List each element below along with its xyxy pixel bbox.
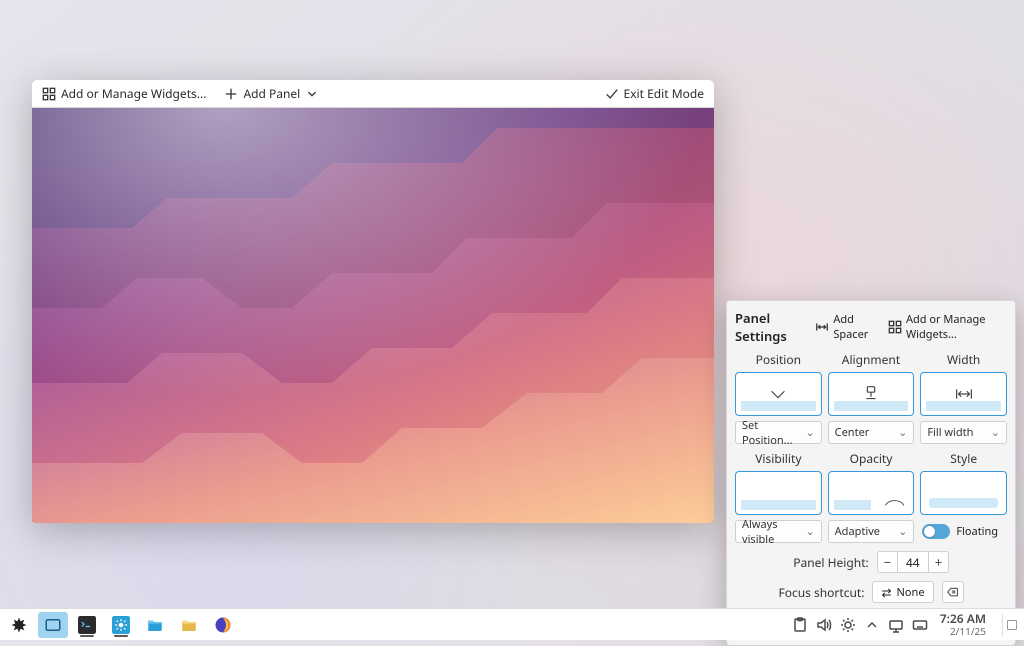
add-panel-button[interactable]: Add Panel [220,82,323,105]
alignment-cell: Alignment Center ⌄ [828,351,915,444]
panel-height-increase[interactable]: + [928,552,948,572]
backspace-icon [947,586,959,598]
panel-height-value: 44 [898,552,928,572]
panel-height-label: Panel Height: [793,554,869,571]
pinned-app-dolphin[interactable] [140,612,170,638]
system-tray: 7:26 AM 2/11/25 [792,613,1020,636]
tray-network[interactable] [888,617,904,633]
terminal-icon [78,616,96,634]
toggle-switch-icon[interactable] [922,524,950,539]
style-label: Style [920,450,1007,467]
clear-shortcut-button[interactable] [942,581,964,603]
width-value: Fill width [927,425,973,440]
chevron-down-icon: ⌄ [898,425,907,440]
panel-height-decrease[interactable]: − [878,552,898,572]
add-manage-widgets-label: Add or Manage Widgets... [61,85,206,102]
opacity-value: Adaptive [835,524,880,539]
add-manage-widgets-button[interactable]: Add or Manage Widgets... [38,82,210,105]
position-cell: Position Set Position... ⌄ [735,351,822,444]
position-tile[interactable] [735,372,822,416]
show-desktop-icon [1006,619,1018,631]
swap-icon: ⇄ [881,584,891,601]
alignment-dropdown[interactable]: Center ⌄ [828,421,915,444]
taskbar: 7:26 AM 2/11/25 [0,608,1024,640]
style-tile[interactable] [920,471,1007,515]
focus-shortcut-value: None [897,585,925,600]
panel-settings-grid: Position Set Position... ⌄ Alignment Cen… [735,351,1007,543]
chevron-down-icon: ⌄ [991,425,1000,440]
add-spacer-button[interactable]: Add Spacer [812,310,877,344]
firefox-icon [214,616,232,634]
task-view-button[interactable] [38,612,68,638]
visibility-dropdown[interactable]: Always visible ⌄ [735,520,822,543]
tray-keyboard[interactable] [912,617,928,633]
folder-icon [180,616,198,634]
tray-expand[interactable] [864,617,880,633]
pinned-app-files[interactable] [174,612,204,638]
task-view-icon [44,616,62,634]
visibility-cell: Visibility Always visible ⌄ [735,450,822,543]
alignment-value: Center [835,425,870,440]
check-icon [605,87,619,101]
clock[interactable]: 7:26 AM 2/11/25 [940,613,986,636]
chevron-down-icon: ⌄ [805,425,814,440]
pinned-app-konsole[interactable] [72,612,102,638]
plus-icon [224,87,238,101]
panel-settings-title: Panel Settings [735,309,804,345]
tray-clipboard[interactable] [792,617,808,633]
panel-settings-popup: Panel Settings Add Spacer Add or Manage … [726,300,1016,646]
tray-brightness[interactable] [840,617,856,633]
add-manage-widgets-popup-label: Add or Manage Widgets... [906,312,1004,342]
focus-shortcut-row: Focus shortcut: ⇄ None [735,581,1007,603]
file-manager-icon [146,616,164,634]
alignment-label: Alignment [828,351,915,368]
app-launcher-button[interactable] [4,612,34,638]
tray-volume[interactable] [816,617,832,633]
edit-toolbar: Add or Manage Widgets... Add Panel Exit … [32,80,714,108]
position-value: Set Position... [742,418,805,448]
visibility-label: Visibility [735,450,822,467]
style-value: Floating [956,524,998,539]
exit-edit-mode-button[interactable]: Exit Edit Mode [601,82,708,105]
clock-date: 2/11/25 [950,626,986,637]
opacity-label: Opacity [828,450,915,467]
chevron-down-icon: ⌄ [898,524,907,539]
panel-height-row: Panel Height: − 44 + [735,551,1007,573]
exit-edit-mode-label: Exit Edit Mode [624,85,704,102]
visibility-tile[interactable] [735,471,822,515]
pinned-app-firefox[interactable] [208,612,238,638]
focus-shortcut-label: Focus shortcut: [778,584,864,601]
kde-logo-icon [10,616,28,634]
width-tile[interactable] [920,372,1007,416]
chevron-down-icon: ⌄ [805,524,814,539]
opacity-arc-icon [877,496,907,512]
panel-height-spinbox[interactable]: − 44 + [877,551,949,573]
alignment-tile[interactable] [828,372,915,416]
opacity-tile[interactable] [828,471,915,515]
pinned-app-system-settings[interactable] [106,612,136,638]
opacity-dropdown[interactable]: Adaptive ⌄ [828,520,915,543]
add-manage-widgets-popup-button[interactable]: Add or Manage Widgets... [885,310,1007,344]
focus-shortcut-button[interactable]: ⇄ None [872,581,933,603]
opacity-cell: Opacity Adaptive ⌄ [828,450,915,543]
show-desktop-button[interactable] [1002,614,1020,636]
widgets-grid-icon [888,320,902,334]
spacer-icon [815,320,829,334]
add-panel-label: Add Panel [243,85,300,102]
width-cell: Width Fill width ⌄ [920,351,1007,444]
width-label: Width [920,351,1007,368]
width-dropdown[interactable]: Fill width ⌄ [920,421,1007,444]
widgets-grid-icon [42,87,56,101]
style-cell: Style Floating [920,450,1007,543]
visibility-value: Always visible [742,517,805,547]
wallpaper-preview [32,108,714,523]
settings-icon [112,616,130,634]
position-dropdown[interactable]: Set Position... ⌄ [735,421,822,444]
edit-mode-window: Add or Manage Widgets... Add Panel Exit … [32,80,714,523]
panel-settings-header: Panel Settings Add Spacer Add or Manage … [735,309,1007,345]
chevron-down-icon [305,87,319,101]
style-floating-toggle[interactable]: Floating [920,520,1007,543]
position-label: Position [735,351,822,368]
add-spacer-label: Add Spacer [833,312,874,342]
